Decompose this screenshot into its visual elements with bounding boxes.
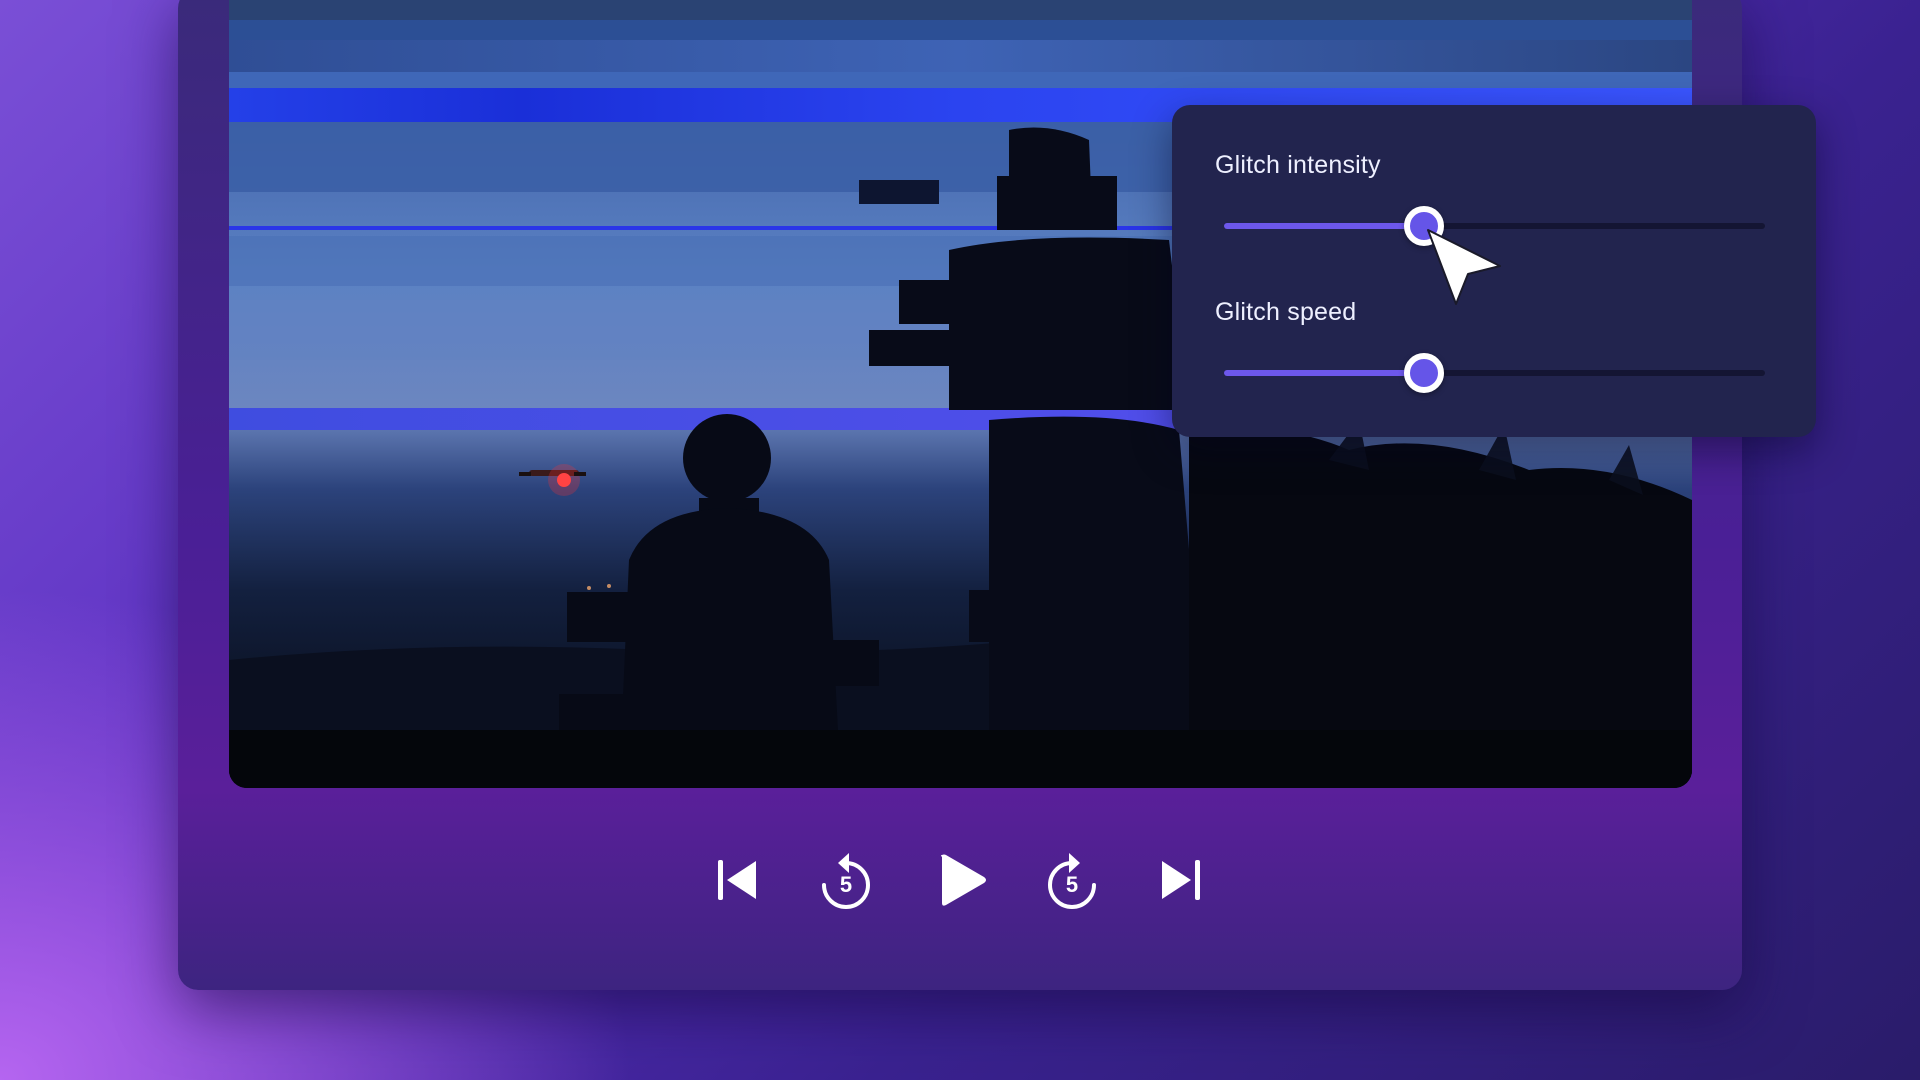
- skip-to-end-icon: [1158, 857, 1202, 903]
- forward-5-label: 5: [1065, 872, 1079, 897]
- skip-to-end-button[interactable]: [1148, 840, 1212, 920]
- slider-fill: [1224, 223, 1425, 229]
- slider-thumb[interactable]: [1404, 206, 1445, 246]
- slider-fill: [1224, 370, 1425, 376]
- forward-5-seconds-icon: 5: [1045, 851, 1099, 909]
- play-button[interactable]: [930, 840, 994, 920]
- glitch-intensity-label: Glitch intensity: [1215, 151, 1381, 179]
- playback-controls: 5 5: [0, 840, 1920, 920]
- rewind-5-button[interactable]: 5: [814, 840, 878, 920]
- play-icon: [936, 853, 988, 907]
- slider-thumb[interactable]: [1404, 353, 1445, 393]
- rewind-5-seconds-icon: 5: [819, 851, 873, 909]
- skip-to-start-button[interactable]: [706, 840, 770, 920]
- glitch-speed-label: Glitch speed: [1215, 298, 1357, 326]
- forward-5-button[interactable]: 5: [1040, 840, 1104, 920]
- skip-to-start-icon: [716, 857, 760, 903]
- glitch-speed-slider[interactable]: [1224, 353, 1765, 393]
- glitch-effect-panel: Glitch intensity Glitch speed: [1172, 105, 1816, 437]
- glitch-intensity-slider[interactable]: [1224, 206, 1765, 246]
- rewind-5-label: 5: [839, 872, 853, 897]
